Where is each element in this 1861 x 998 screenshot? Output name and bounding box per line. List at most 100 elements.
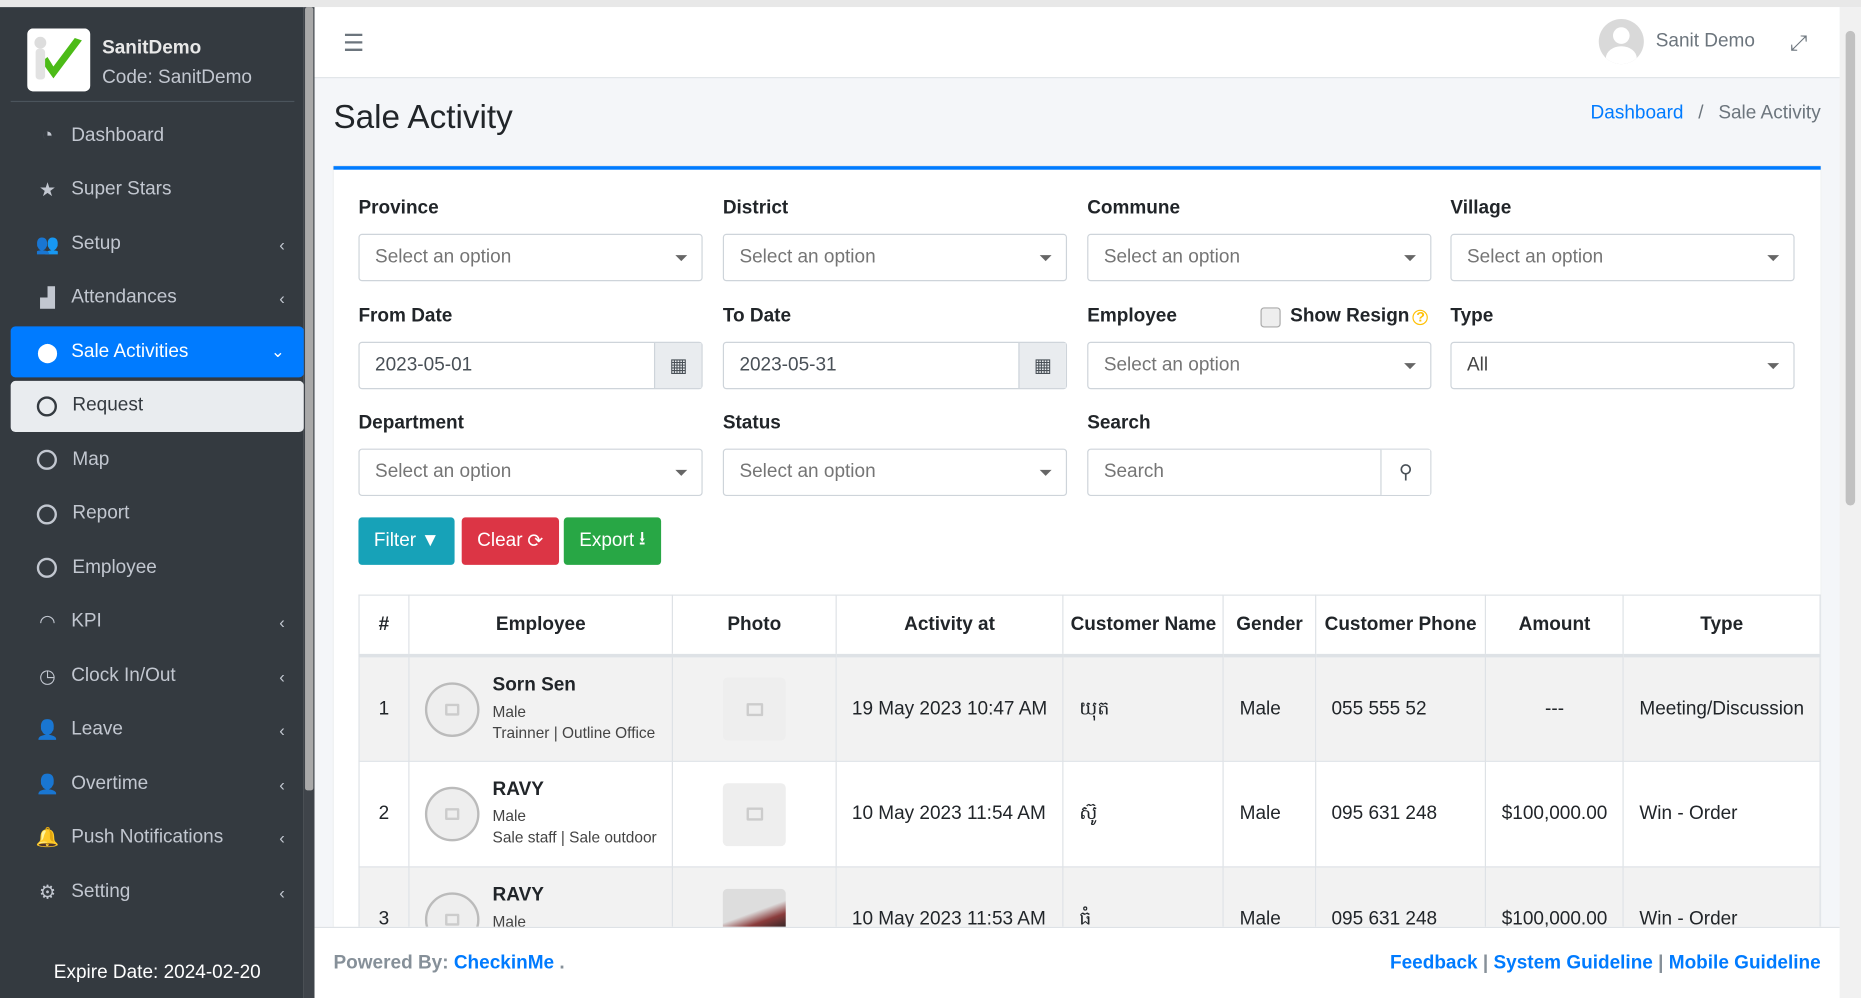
menu-toggle-icon[interactable]: ☰	[343, 28, 364, 58]
breadcrumb-dashboard[interactable]: Dashboard	[1591, 103, 1684, 123]
gender: Male	[1223, 866, 1317, 927]
sidebar-item-push-notifications[interactable]: 🔔 Push Notifications ‹	[11, 812, 304, 863]
expire-date: Expire Date: 2024-02-20	[53, 962, 261, 983]
sidebar-item-setup[interactable]: 👥 Setup ‹	[11, 218, 304, 269]
chevron-left-icon: ‹	[279, 666, 285, 686]
activity-photo-placeholder[interactable]	[722, 677, 786, 741]
sidebar-item-dashboard[interactable]: ◔ Dashboard	[11, 110, 304, 161]
column-header[interactable]: Type	[1622, 594, 1821, 658]
column-header[interactable]: Gender	[1223, 594, 1317, 658]
search-input[interactable]	[1088, 449, 1381, 495]
page-title: Sale Activity	[333, 98, 513, 136]
help-icon[interactable]: ?	[1412, 309, 1429, 325]
activity-photo[interactable]	[722, 888, 786, 927]
table-row[interactable]: 2 RAVY Male Sale staff | Sale outdoor 10 May…	[358, 760, 1821, 868]
page-scrollbar[interactable]	[1839, 7, 1861, 998]
province-select[interactable]: Select an option	[358, 233, 703, 282]
column-header[interactable]: Customer Name	[1062, 594, 1225, 658]
sidebar-item-map[interactable]: Map	[11, 434, 304, 485]
amount: $100,000.00	[1485, 760, 1624, 868]
map-marker-icon: ⬤	[36, 342, 59, 363]
search-group: Search ⚲	[1087, 413, 1432, 497]
sale-activity-table: # Employee Photo Activity at Customer Name Ge…	[358, 594, 1821, 927]
tachometer-icon: ◔	[41, 125, 54, 146]
employee-name: Sorn Sen	[492, 674, 576, 695]
sidebar-item-leave[interactable]: 👤 Leave ‹	[11, 704, 304, 755]
circle-icon	[36, 503, 57, 524]
department-select[interactable]: Select an option	[358, 448, 703, 497]
district-group: District Select an option	[722, 198, 1068, 282]
column-header[interactable]: Activity at	[835, 594, 1064, 658]
footer-dot: .	[554, 952, 565, 974]
table-row[interactable]: 1 Sorn Sen Male Trainner | Outline Office 19…	[358, 655, 1821, 762]
sidebar-item-overtime[interactable]: 👤 Overtime ‹	[11, 758, 304, 809]
sidebar-item-report[interactable]: Report	[11, 488, 304, 539]
column-header[interactable]: #	[358, 594, 410, 658]
mobile-guideline-link[interactable]: Mobile Guideline	[1669, 953, 1821, 973]
type-label: Type	[1450, 306, 1494, 327]
status-select[interactable]: Select an option	[722, 448, 1068, 497]
customer-name: យុត	[1062, 655, 1225, 762]
activity-photo-placeholder[interactable]	[722, 782, 786, 846]
user-avatar	[1598, 18, 1644, 65]
sidebar-item-request[interactable]: Request	[10, 380, 304, 432]
status-group: Status Select an option	[722, 413, 1068, 497]
calendar-icon[interactable]: ▦	[653, 342, 702, 389]
row-number: 2	[358, 760, 410, 868]
commune-select[interactable]: Select an option	[1087, 233, 1432, 282]
sidebar-item-label: Push Notifications	[71, 827, 224, 848]
sidebar-item-clock-in-out[interactable]: ◷ Clock In/Out ‹	[11, 650, 304, 701]
user-menu[interactable]: Sanit Demo	[1598, 18, 1755, 65]
refresh-icon: ⟳	[527, 531, 544, 552]
employee-select[interactable]: Select an option	[1087, 341, 1432, 390]
column-header[interactable]: Customer Phone	[1314, 594, 1487, 658]
bell-icon: 🔔	[35, 828, 60, 849]
province-group: Province Select an option	[358, 198, 703, 282]
brand[interactable]: SanitDemo Code: SanitDemo	[10, 7, 295, 103]
customer-phone: 055 555 52	[1314, 655, 1487, 762]
clear-button[interactable]: Clear ⟳	[461, 517, 559, 565]
fullscreen-icon[interactable]: ⤢	[1790, 31, 1807, 56]
sidebar-item-sale-activities[interactable]: ⬤ Sale Activities ⌄	[10, 326, 304, 378]
employee-avatar	[424, 681, 480, 737]
column-header[interactable]: Employee	[408, 594, 674, 658]
to-date-input[interactable]: 2023-05-31	[724, 343, 1018, 388]
village-select[interactable]: Select an option	[1450, 233, 1795, 282]
sidebar-item-attendances[interactable]: ▟ Attendances ‹	[11, 272, 304, 323]
from-date-input[interactable]: 2023-05-01	[360, 343, 654, 388]
sidebar-item-label: Setting	[71, 881, 131, 902]
chevron-left-icon: ‹	[279, 288, 285, 308]
sidebar-item-kpi[interactable]: ◠ KPI ‹	[11, 596, 304, 647]
feedback-link[interactable]: Feedback	[1390, 953, 1478, 973]
employee-gender: Male	[492, 912, 527, 927]
checkinme-link[interactable]: CheckinMe	[454, 953, 554, 973]
app-logo	[27, 28, 91, 92]
sidebar-item-employee[interactable]: Employee	[11, 542, 304, 593]
table-row[interactable]: 3RAVYMaleSale staff | Sale outdoor10 May…	[358, 866, 1821, 927]
district-select[interactable]: Select an option	[722, 233, 1068, 282]
sidebar-item-label: KPI	[71, 611, 102, 632]
footer-separator: |	[1658, 952, 1664, 974]
column-header[interactable]: Amount	[1485, 594, 1624, 658]
filter-button[interactable]: Filter ▼	[358, 517, 456, 565]
show-resign-checkbox[interactable]	[1260, 306, 1281, 327]
employee-role: Trainner | Outline Office	[492, 723, 656, 742]
sidebar-item-super-stars[interactable]: ★ Super Stars	[11, 164, 304, 215]
calendar-icon[interactable]: ▦	[1018, 342, 1066, 389]
sidebar-nav: ◔ Dashboard ★ Super Stars 👥 Setup ‹ ▟ Attendance…	[10, 110, 304, 920]
sidebar-scrollbar[interactable]	[303, 7, 315, 998]
to-date-group: To Date 2023-05-31 ▦	[722, 306, 1068, 390]
sidebar-item-setting[interactable]: ⚙ Setting ‹	[11, 866, 304, 917]
village-label: Village	[1450, 198, 1512, 219]
sidebar-item-label: Report	[72, 503, 130, 524]
system-guideline-link[interactable]: System Guideline	[1494, 953, 1653, 973]
chevron-left-icon: ‹	[279, 828, 285, 848]
type-select[interactable]: All	[1450, 341, 1795, 390]
column-header[interactable]: Photo	[672, 594, 837, 658]
export-button[interactable]: Export ⭳	[563, 517, 661, 565]
commune-group: Commune Select an option	[1087, 198, 1432, 282]
export-label: Export	[579, 530, 635, 551]
download-icon: ⭳	[638, 528, 646, 549]
app-code: Code: SanitDemo	[102, 67, 252, 88]
search-icon[interactable]: ⚲	[1380, 449, 1431, 495]
